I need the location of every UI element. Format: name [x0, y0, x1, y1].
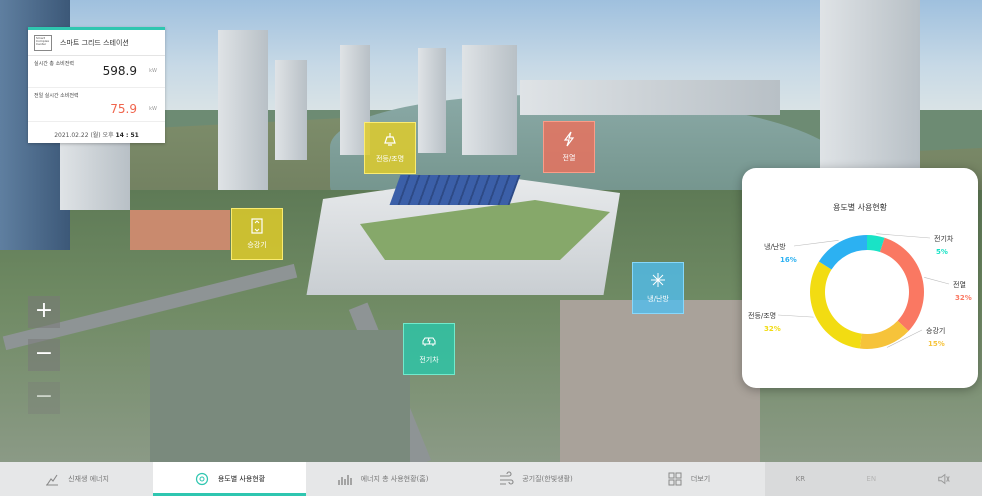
nav-air-quality[interactable]: 공기질(한빛생활) [459, 462, 612, 496]
donut-slice-5[interactable] [818, 235, 867, 270]
snowflake-sun-icon [651, 273, 665, 287]
leader-line-1 [876, 233, 931, 239]
speaker-icon[interactable] [937, 472, 951, 486]
usage-donut-chart: 전기차 5% 전열 32% 승강기 15% 전등/조명 32% 냉/난방 16% [748, 233, 972, 349]
prevday-consumption-value: 75.9 [110, 102, 137, 116]
usage-cycle-icon [195, 472, 208, 486]
slice-percent-3: 15% [928, 340, 945, 348]
zoom-in-button[interactable]: + [28, 296, 60, 328]
tower [218, 30, 268, 190]
nav-total-energy-home[interactable]: 에너지 총 사용현황(홈) [306, 462, 459, 496]
hotspot-lighting[interactable]: 전등/조명 [364, 122, 416, 174]
hotspot-label: 전기차 [419, 356, 439, 364]
bottom-nav: 신재생 에너지 용도별 사용현황 에너지 총 사용현황(홈) 공기질(한빛생활)… [0, 462, 982, 496]
leader-line-5 [793, 240, 839, 247]
hotspot-elevator[interactable]: 승강기 [231, 208, 283, 260]
parking-lot [150, 330, 410, 462]
realtime-consumption-value: 598.9 [102, 64, 137, 78]
donut-slice-4[interactable] [810, 261, 862, 349]
hotspot-label: 냉/난방 [647, 295, 669, 303]
language-sound-area: KR EN [765, 462, 982, 496]
hotspot-hvac[interactable]: 냉/난방 [632, 262, 684, 314]
slice-label-3: 승강기 [926, 326, 945, 335]
nav-renewable-energy[interactable]: 신재생 에너지 [0, 462, 153, 496]
info-card-header: Smart Complex Center 스마트 그리드 스테이션 [28, 30, 165, 56]
hotspot-outlet[interactable]: 전열 [543, 121, 595, 173]
nav-label: 신재생 에너지 [68, 475, 109, 483]
tower [275, 60, 307, 160]
donut-slice-2[interactable] [879, 237, 924, 332]
realtime-consumption-unit: kW [149, 68, 157, 74]
slice-percent-5: 16% [780, 256, 797, 264]
zoom-out-button[interactable]: − [28, 339, 60, 371]
hotspot-label: 승강기 [247, 241, 267, 249]
wind-solar-icon [46, 474, 59, 486]
solar-panels [389, 175, 521, 205]
tower [462, 45, 517, 155]
nav-label: 공기질(한빛생활) [522, 475, 573, 483]
zoom-extra-button[interactable]: − [28, 382, 60, 414]
realtime-consumption-label: 실시간 총 소비전력 [34, 61, 74, 67]
leader-line-2 [924, 277, 950, 285]
leader-line-4 [777, 314, 814, 318]
hotspot-label: 전등/조명 [375, 155, 405, 163]
energy-info-card: Smart Complex Center 스마트 그리드 스테이션 실시간 총 … [28, 27, 165, 143]
center-logo: Smart Complex Center [34, 34, 52, 51]
date-text: 2021.02.22 (월) 오후 [54, 132, 114, 139]
tower [820, 0, 920, 170]
nav-label: 더보기 [690, 475, 711, 483]
slice-label-1: 전기차 [934, 234, 954, 243]
lang-en-button[interactable]: EN [866, 475, 876, 483]
prevday-consumption: 전일 실시간 소비전력 75.9 kW [28, 88, 165, 122]
usage-chart-card: 용도별 사용현황 전기차 5% 전열 32% 승강기 15% 전등/조명 32% 냉/난방 16% [742, 168, 978, 388]
lang-kr-button[interactable]: KR [796, 475, 805, 483]
hotspot-ev[interactable]: 전기차 [403, 323, 455, 375]
slice-percent-4: 32% [764, 325, 781, 333]
prevday-consumption-label: 전일 실시간 소비전력 [34, 93, 79, 99]
bar-chart-icon [337, 475, 352, 485]
plaza [560, 300, 760, 462]
donut-slice-3[interactable] [859, 320, 909, 349]
ceiling-lamp-icon [384, 133, 396, 146]
prevday-consumption-unit: kW [149, 106, 157, 112]
hotspot-label: 전열 [562, 154, 576, 162]
nav-usage-status[interactable]: 용도별 사용현황 [153, 462, 306, 496]
slice-label-2: 전열 [953, 280, 966, 289]
electric-car-icon [422, 337, 436, 346]
slice-percent-2: 32% [955, 294, 972, 302]
slice-label-5: 냉/난방 [764, 242, 786, 251]
grid-icon [668, 472, 682, 486]
brick-building [130, 210, 230, 250]
time-text: 14 : 51 [115, 132, 139, 139]
nav-label: 에너지 총 사용현황(홈) [360, 475, 429, 483]
lightning-bolt-icon [563, 131, 575, 147]
nav-more[interactable]: 더보기 [612, 462, 765, 496]
tower-row [520, 80, 780, 115]
current-datetime: 2021.02.22 (월) 오후 14 : 51 [28, 122, 165, 139]
info-card-title: 스마트 그리드 스테이션 [60, 38, 129, 47]
slice-label-4: 전등/조명 [748, 311, 776, 320]
elevator-icon [251, 218, 263, 234]
air-quality-icon [500, 471, 514, 485]
nav-label: 용도별 사용현황 [217, 475, 266, 483]
realtime-consumption: 실시간 총 소비전력 598.9 kW [28, 56, 165, 88]
tower [418, 48, 446, 153]
slice-percent-1: 5% [936, 248, 948, 256]
